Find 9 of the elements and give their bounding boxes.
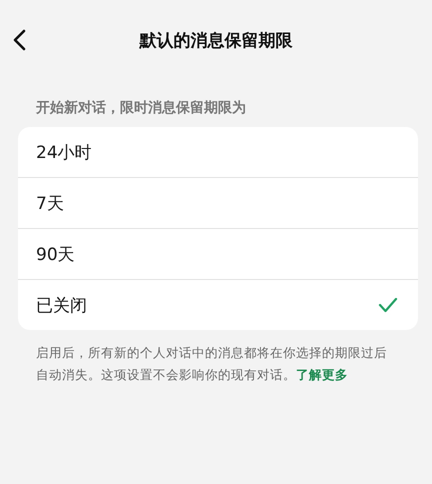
checkmark-icon [378,297,398,313]
option-row[interactable]: 7天 [18,178,418,229]
option-row[interactable]: 24小时 [18,127,418,178]
footer-description: 启用后，所有新的个人对话中的消息都将在你选择的期限过后自动消失。这项设置不会影响你的现有对话。了解更多 [36,344,388,384]
page-title: 默认的消息保留期限 [140,30,292,52]
option-row[interactable]: 已关闭 [18,280,418,330]
section-heading: 开始新对话，限时消息保留期限为 [36,99,247,117]
option-row[interactable]: 90天 [18,229,418,280]
learn-more-link[interactable]: 了解更多 [296,367,348,382]
